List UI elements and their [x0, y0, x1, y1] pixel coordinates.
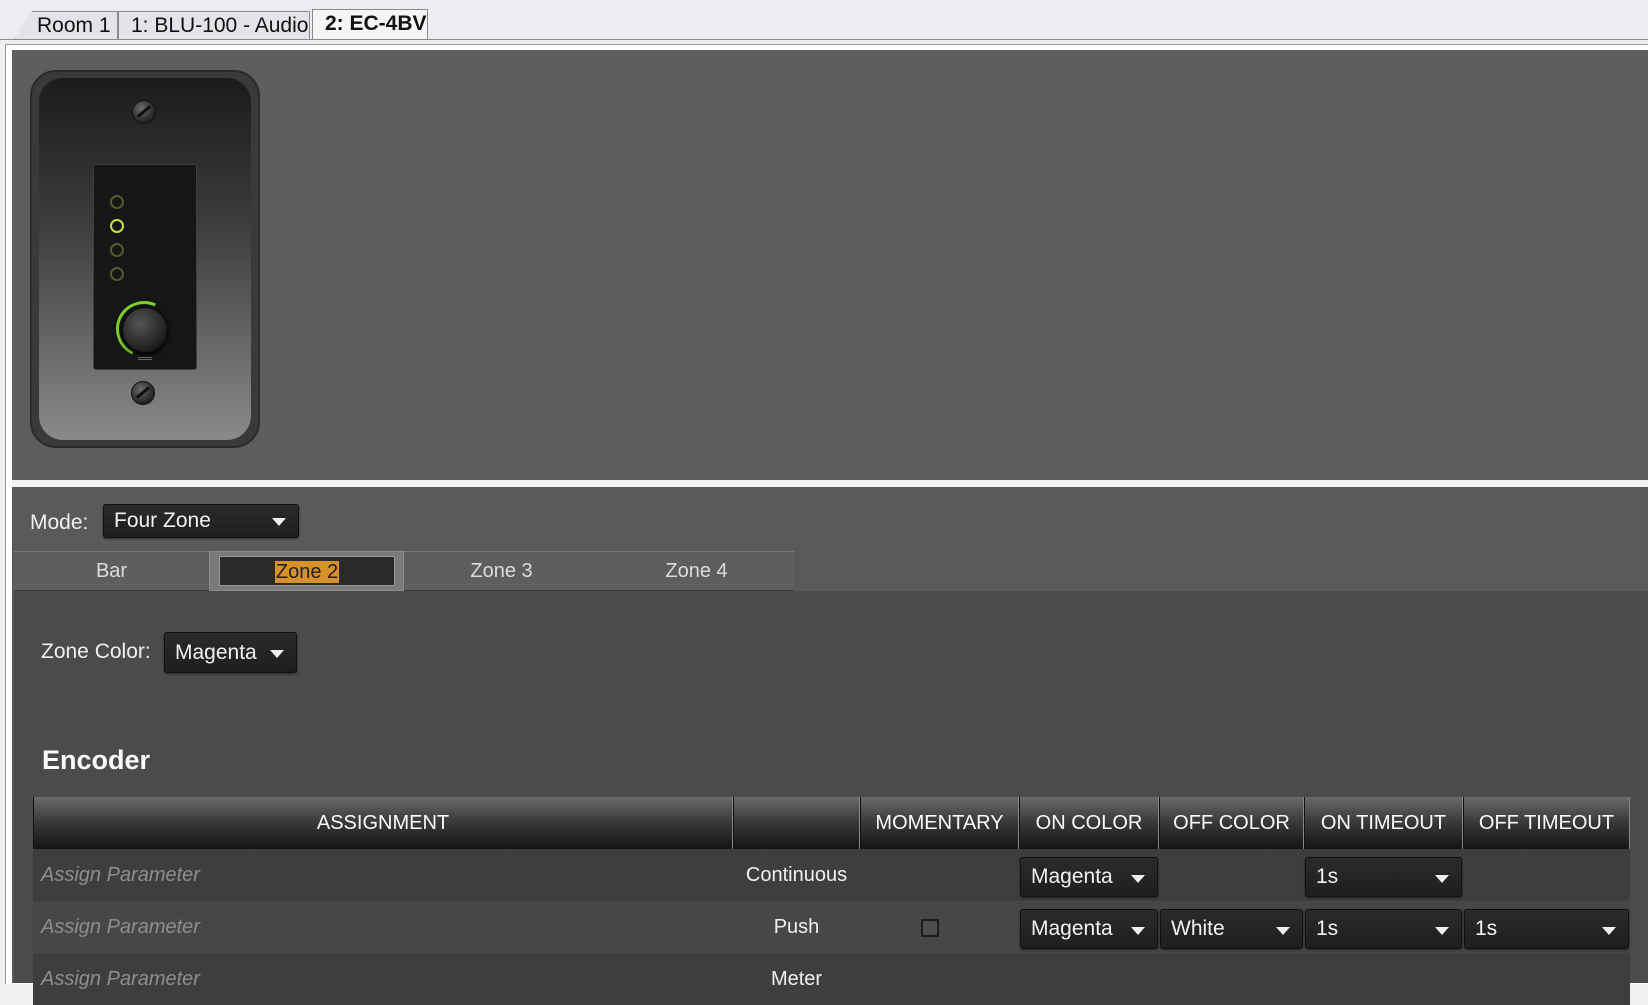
- zone-color-value: Magenta: [175, 641, 257, 664]
- tab-zone-4[interactable]: Zone 4: [599, 551, 794, 591]
- tab-zone-2[interactable]: Zone 2: [209, 551, 404, 591]
- column-header-off-color: OFF COLOR: [1159, 797, 1304, 849]
- screw-bottom-icon: [131, 381, 155, 405]
- momentary-checkbox[interactable]: [921, 919, 939, 937]
- zone-led-3[interactable]: [110, 243, 124, 257]
- column-header-control: [733, 797, 860, 849]
- off-timeout-value: 1s: [1475, 917, 1498, 940]
- device-faceplate: [39, 78, 251, 440]
- tab-zone-3[interactable]: Zone 3: [404, 551, 599, 591]
- on-color-value: Magenta: [1031, 917, 1113, 940]
- assign-parameter-cell[interactable]: Assign Parameter: [41, 901, 200, 953]
- column-header-on-color: ON COLOR: [1019, 797, 1159, 849]
- chevron-down-icon: [1131, 875, 1145, 883]
- tab-room-1[interactable]: Room 1: [14, 11, 118, 39]
- tab-blu-100-audio[interactable]: 1: BLU-100 - Audio: [118, 11, 310, 39]
- column-header-momentary: MOMENTARY: [860, 797, 1019, 849]
- off-timeout-dropdown[interactable]: 1s: [1464, 909, 1629, 949]
- mode-dropdown[interactable]: Four Zone: [103, 504, 299, 538]
- table-row: Assign Parameter Continuous Magenta 1s: [33, 849, 1630, 901]
- control-type-cell: Continuous: [745, 864, 848, 886]
- column-header-assignment: ASSIGNMENT: [33, 797, 733, 849]
- tab-strip-divider: [0, 39, 1648, 40]
- device-control-panel: [93, 164, 197, 370]
- mode-value: Four Zone: [114, 509, 211, 532]
- table-row: Assign Parameter Meter: [33, 953, 1630, 1005]
- chevron-down-icon: [272, 518, 286, 526]
- screw-top-icon: [132, 100, 156, 124]
- chevron-down-icon: [1435, 875, 1449, 883]
- on-timeout-dropdown[interactable]: 1s: [1305, 909, 1462, 949]
- off-color-dropdown[interactable]: White: [1160, 909, 1303, 949]
- off-color-value: White: [1171, 917, 1225, 940]
- tab-ec-4bv[interactable]: 2: EC-4BV: [312, 9, 428, 40]
- chevron-down-icon: [1276, 927, 1290, 935]
- chevron-down-icon: [1435, 927, 1449, 935]
- assign-parameter-cell[interactable]: Assign Parameter: [41, 953, 200, 1005]
- tab-bar[interactable]: Bar: [14, 551, 209, 591]
- zone-color-label: Zone Color:: [41, 640, 151, 663]
- table-row: Assign Parameter Push Magenta White 1s 1…: [33, 901, 1630, 953]
- on-color-dropdown[interactable]: Magenta: [1020, 857, 1158, 897]
- zone-led-2[interactable]: [110, 219, 124, 233]
- on-timeout-value: 1s: [1316, 917, 1339, 940]
- control-type-cell: Push: [773, 916, 820, 938]
- encoder-section-title: Encoder: [42, 745, 151, 775]
- column-header-on-timeout: ON TIMEOUT: [1304, 797, 1463, 849]
- column-header-off-timeout: OFF TIMEOUT: [1463, 797, 1630, 849]
- zone-led-1[interactable]: [110, 195, 124, 209]
- on-color-value: Magenta: [1031, 865, 1113, 888]
- zone-color-dropdown[interactable]: Magenta: [164, 632, 297, 673]
- document-tab-strip: Room 1 1: BLU-100 - Audio 2: EC-4BV: [0, 0, 1648, 44]
- chevron-down-icon: [1602, 927, 1616, 935]
- on-timeout-dropdown[interactable]: 1s: [1305, 857, 1462, 897]
- bss-logo-icon: [138, 351, 152, 360]
- on-timeout-value: 1s: [1316, 865, 1339, 888]
- tab-zone-2-label: Zone 2: [274, 561, 340, 583]
- on-color-dropdown[interactable]: Magenta: [1020, 909, 1158, 949]
- control-type-cell: Meter: [770, 968, 823, 990]
- mode-label: Mode:: [30, 511, 89, 534]
- zone-led-4[interactable]: [110, 267, 124, 281]
- assign-parameter-cell[interactable]: Assign Parameter: [41, 849, 200, 901]
- chevron-down-icon: [1131, 927, 1145, 935]
- chevron-down-icon: [270, 650, 284, 658]
- pane-splitter[interactable]: [12, 480, 1648, 487]
- ec-4bv-device-image[interactable]: [30, 70, 260, 448]
- encoder-knob-icon[interactable]: [122, 307, 168, 353]
